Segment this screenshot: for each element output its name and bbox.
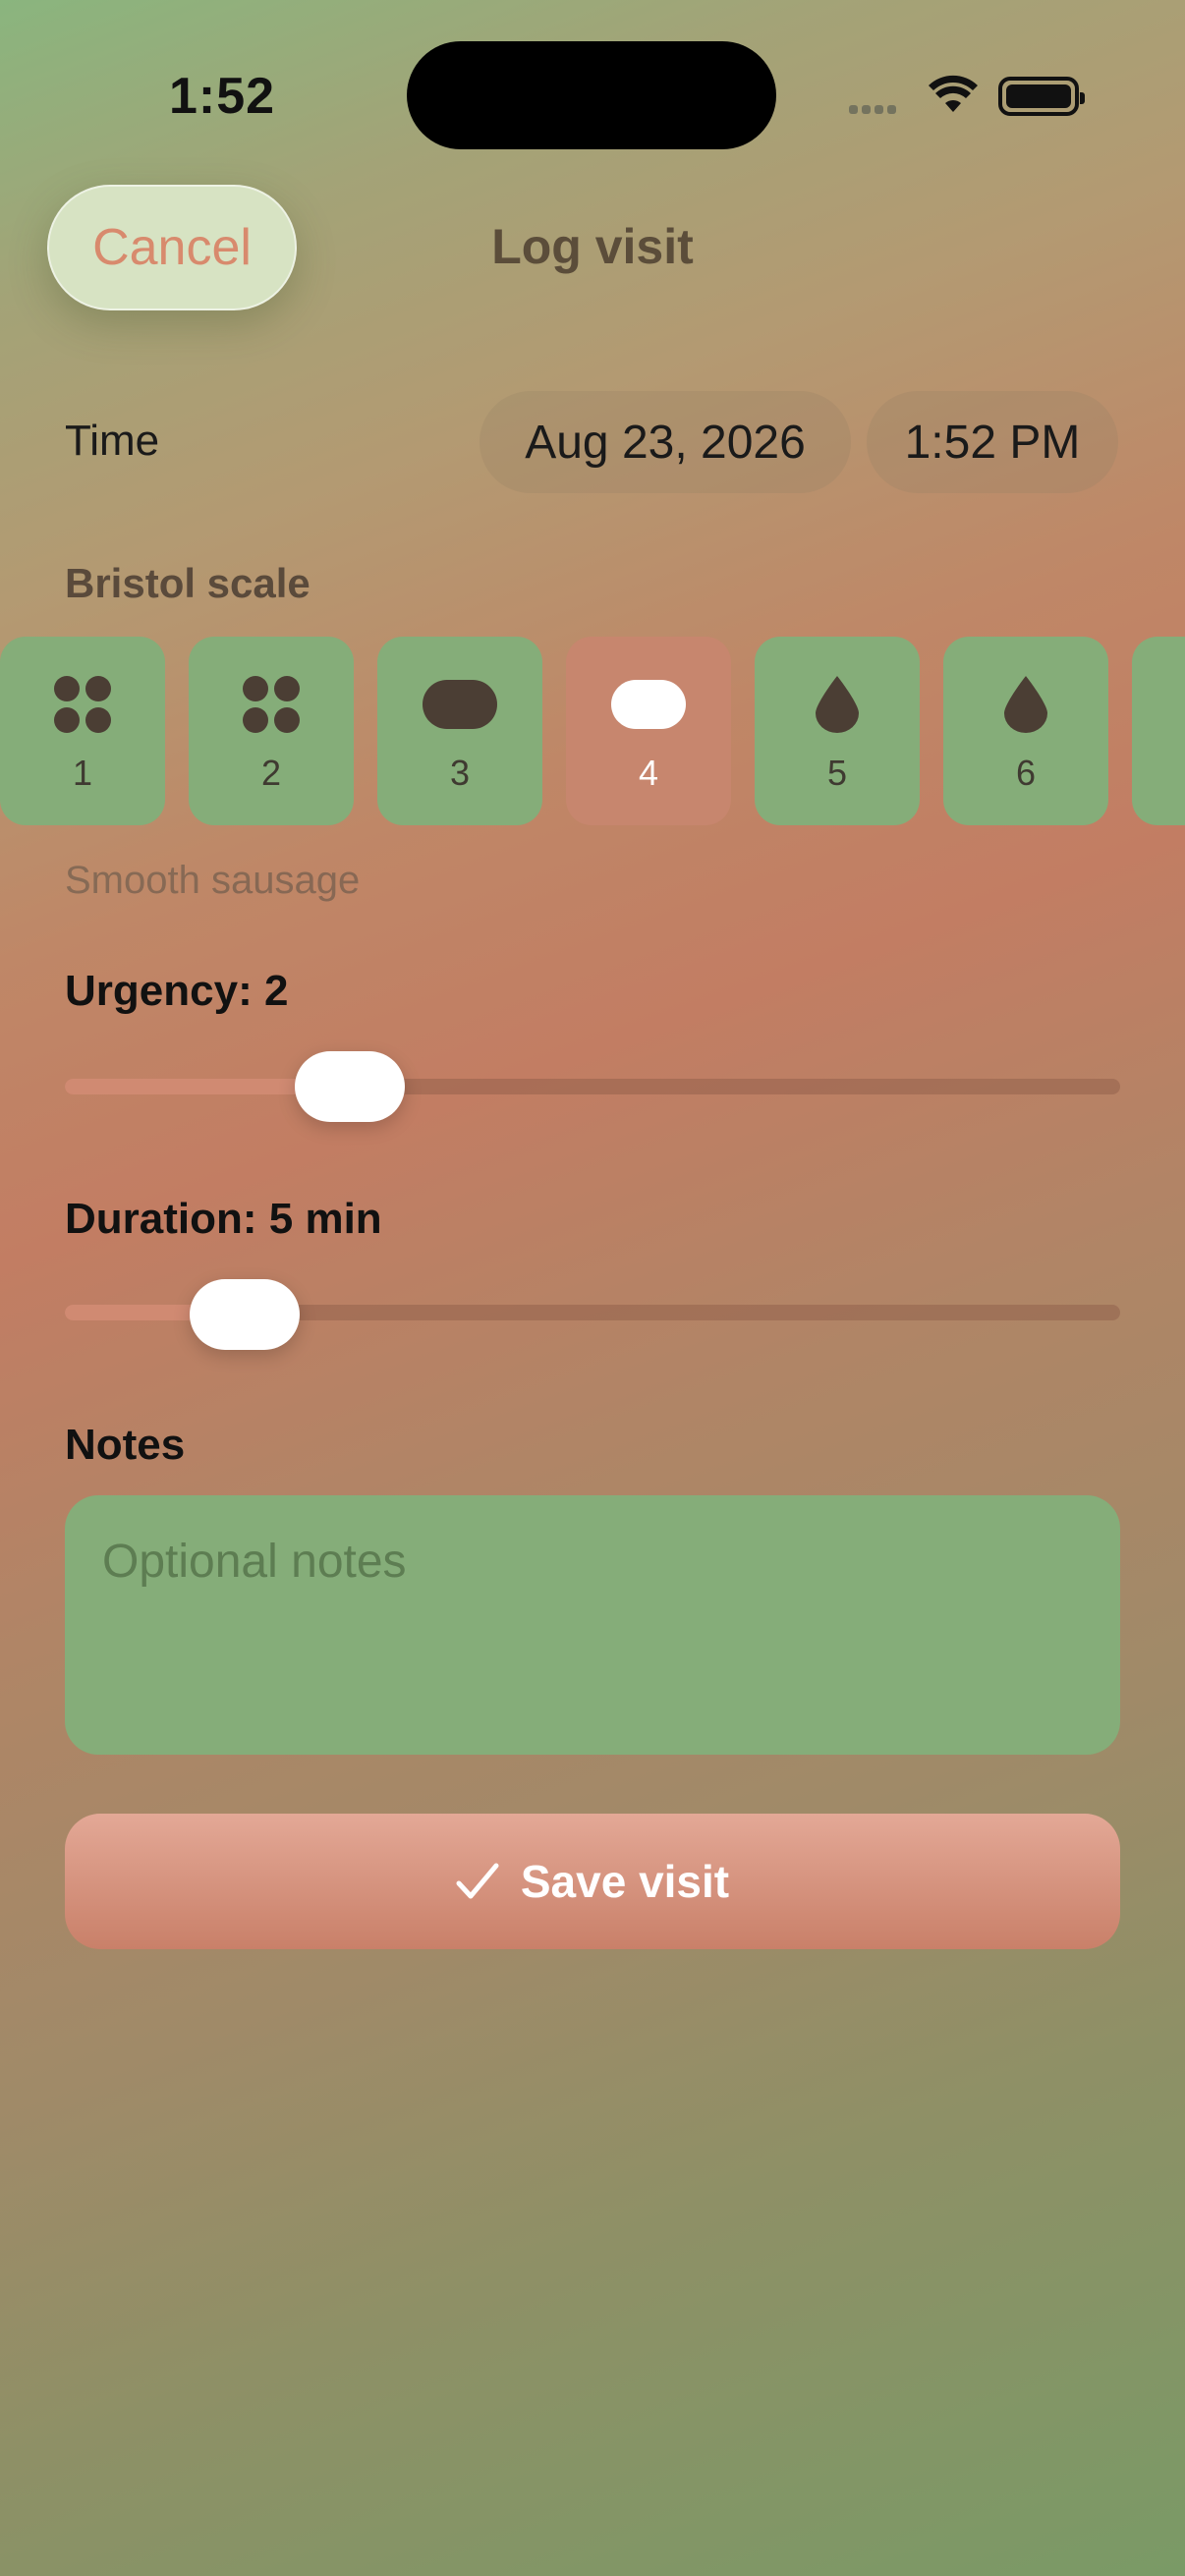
bristol-type-3[interactable]: 3 <box>377 637 542 825</box>
bristol-type-2[interactable]: 2 <box>189 637 354 825</box>
drop-icon <box>1004 676 1047 733</box>
bristol-type-6[interactable]: 6 <box>943 637 1108 825</box>
pill-icon <box>611 680 686 729</box>
date-picker[interactable]: Aug 23, 2026 <box>480 391 851 493</box>
duration-slider-thumb[interactable] <box>189 1279 300 1350</box>
notes-input[interactable] <box>65 1495 1120 1755</box>
pill-icon <box>423 680 497 729</box>
bristol-scale-selector: 1 2 3 4 5 6 7 <box>0 637 1185 825</box>
bristol-type-number: 4 <box>638 753 659 793</box>
time-label: Time <box>65 417 160 465</box>
dots-icon <box>54 676 111 733</box>
bristol-type-number: 6 <box>1015 753 1037 793</box>
bristol-description: Smooth sausage <box>65 859 361 902</box>
page-title: Log visit <box>491 219 694 274</box>
bristol-scale-label: Bristol scale <box>65 560 310 606</box>
time-picker[interactable]: 1:52 PM <box>867 391 1118 493</box>
notes-label: Notes <box>65 1421 186 1469</box>
cellular-signal-icon <box>849 101 900 119</box>
bristol-type-number: 3 <box>449 753 471 793</box>
urgency-label: Urgency: 2 <box>65 967 289 1015</box>
save-visit-button[interactable]: Save visit <box>65 1814 1120 1949</box>
drop-icon <box>816 676 859 733</box>
wifi-icon <box>928 75 979 119</box>
urgency-slider-thumb[interactable] <box>294 1051 405 1122</box>
dynamic-island <box>407 41 776 149</box>
bristol-type-1[interactable]: 1 <box>0 637 165 825</box>
bristol-type-number: 2 <box>260 753 282 793</box>
dots-icon <box>243 676 300 733</box>
bristol-type-7[interactable]: 7 <box>1132 637 1185 825</box>
bristol-type-5[interactable]: 5 <box>755 637 920 825</box>
status-time: 1:52 <box>169 68 276 125</box>
bristol-type-4[interactable]: 4 <box>566 637 731 825</box>
bristol-type-number: 1 <box>72 753 93 793</box>
save-visit-label: Save visit <box>520 1856 730 1907</box>
bristol-type-number: 5 <box>826 753 848 793</box>
duration-label: Duration: 5 min <box>65 1195 382 1243</box>
checkmark-icon <box>456 1863 499 1899</box>
urgency-slider-track[interactable] <box>65 1079 1120 1094</box>
battery-icon <box>998 77 1085 116</box>
